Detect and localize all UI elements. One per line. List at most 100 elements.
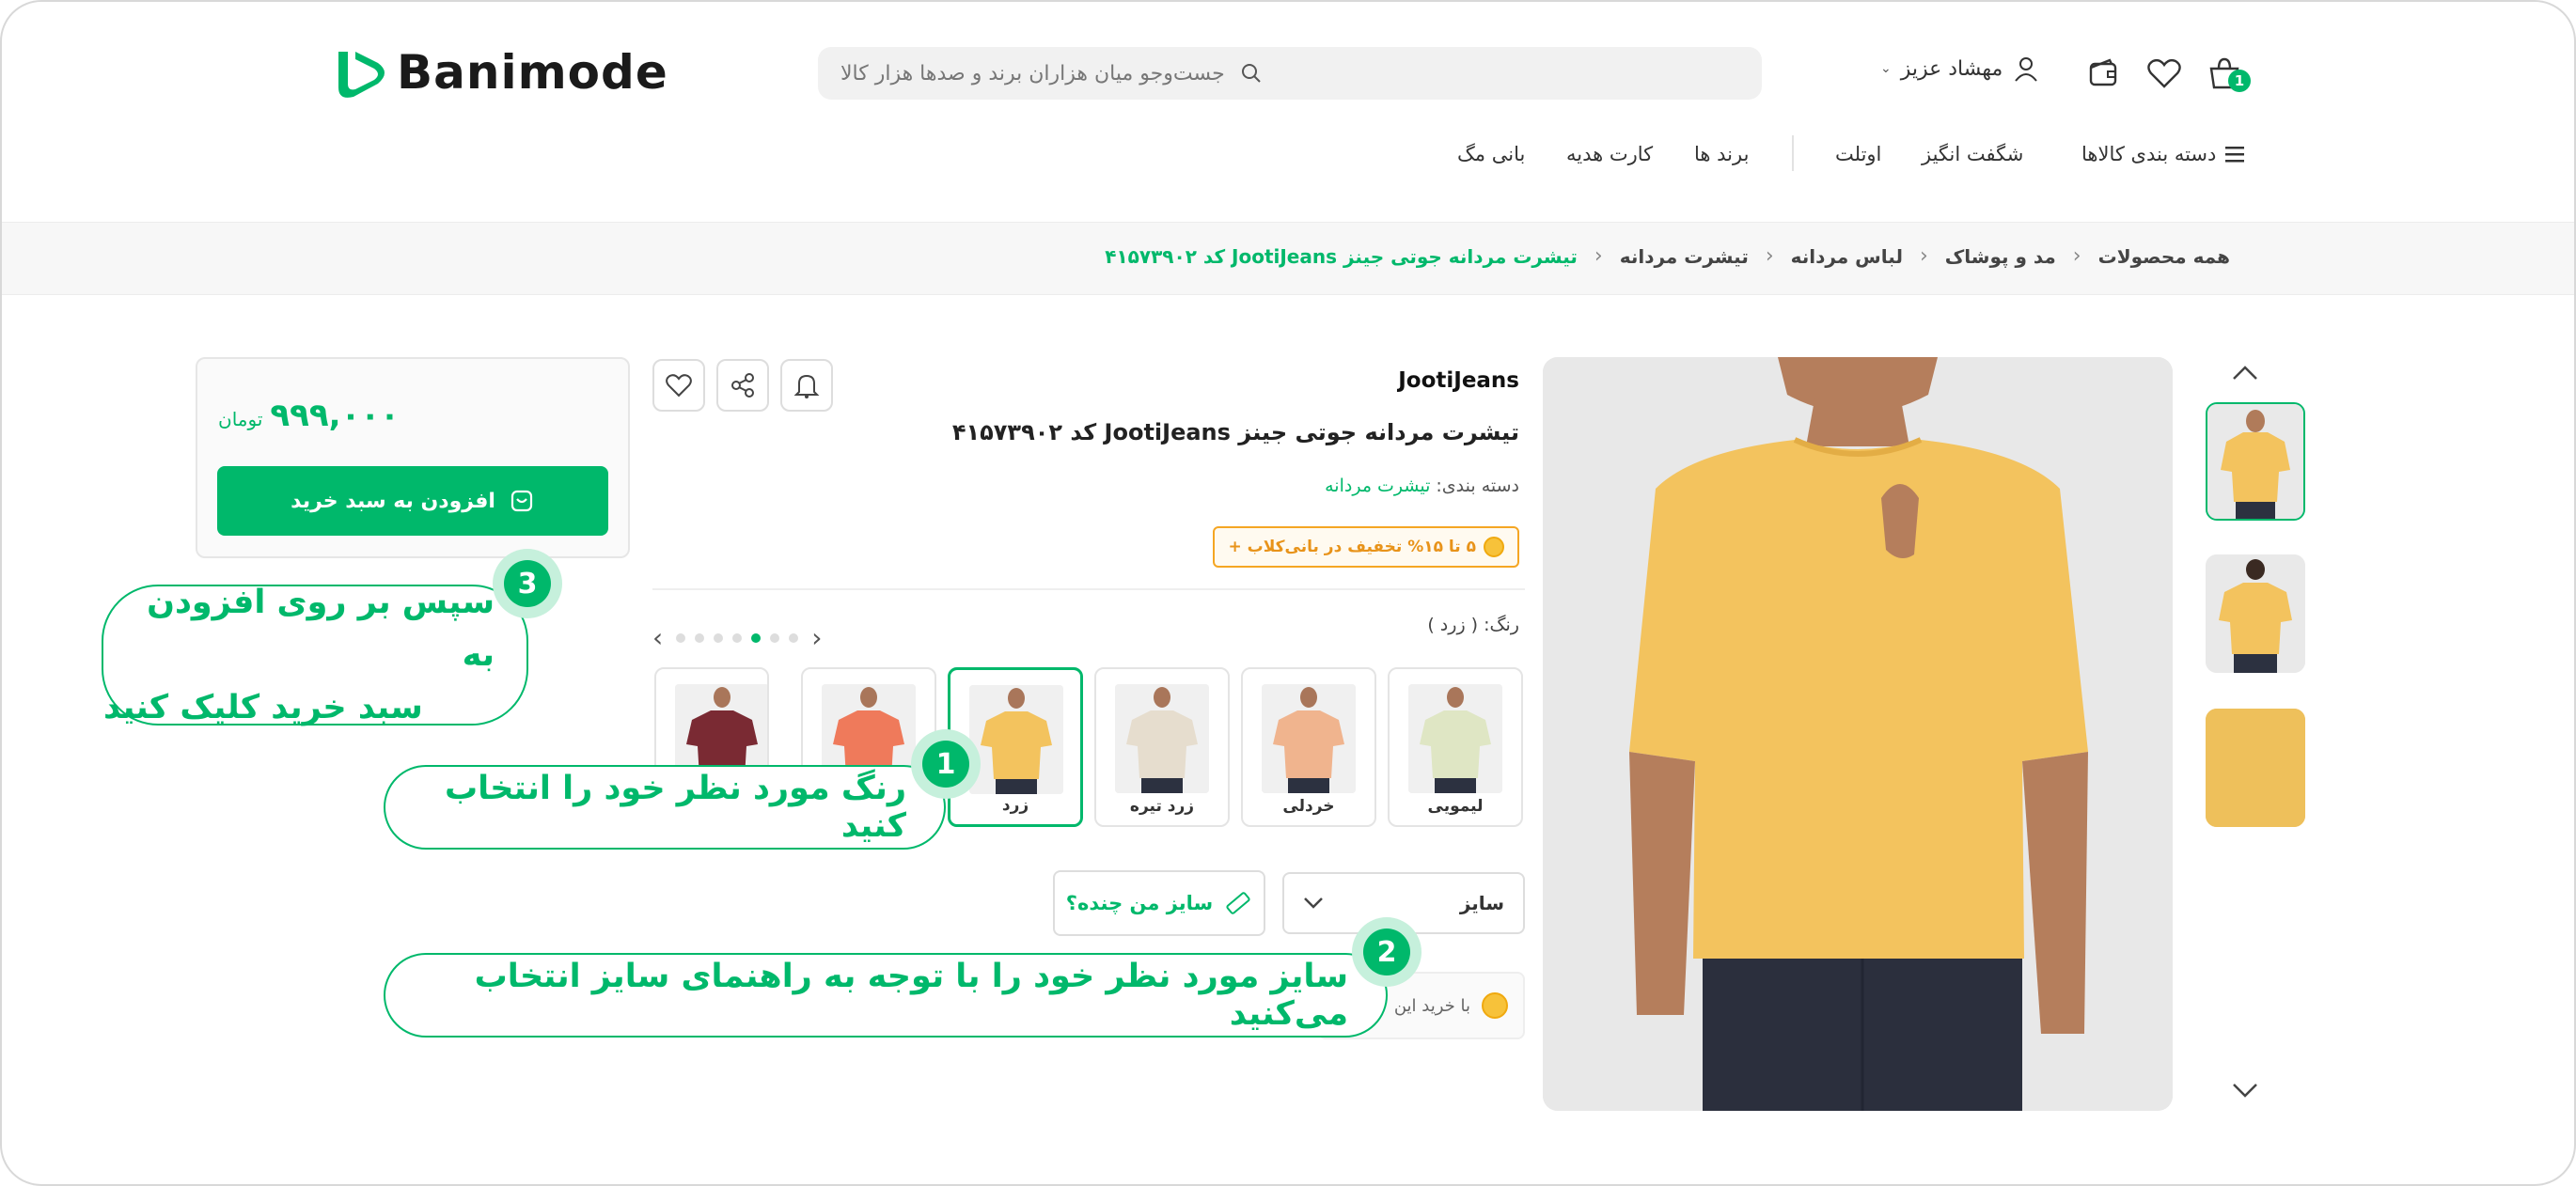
product-category: دسته بندی: تیشرت مردانه <box>1325 476 1519 496</box>
pager-dot[interactable] <box>789 632 799 643</box>
breadcrumb-item[interactable]: همه محصولات <box>2098 245 2230 268</box>
bell-icon <box>793 374 820 398</box>
chevron-down-icon <box>2233 1084 2257 1098</box>
pager-dot[interactable] <box>676 632 686 643</box>
pager-dot[interactable] <box>732 632 743 643</box>
nav-item-amazing[interactable]: شگفت انگیز <box>1922 137 2023 171</box>
nav-item-label: برند ها <box>1694 143 1750 165</box>
add-to-cart-label: افزودن به سبد خرید <box>291 489 495 513</box>
logo-text: Banimode <box>397 45 668 100</box>
gallery-thumb[interactable] <box>2206 709 2305 827</box>
color-swatch[interactable]: زرد تیره <box>1094 667 1230 827</box>
gallery-down-button[interactable] <box>2226 1071 2264 1109</box>
gallery-up-button[interactable] <box>2226 353 2264 391</box>
gallery-thumb[interactable] <box>2206 402 2305 521</box>
color-swatch[interactable]: خردلی <box>1241 667 1376 827</box>
search-input[interactable]: جست‌وجو میان هزاران برند و صدها هزار کال… <box>818 47 1762 100</box>
product-price: ۹۹۹,۰۰۰ تومان <box>218 397 400 434</box>
step-badge-2: 2 <box>1352 917 1422 987</box>
pager-dot[interactable] <box>714 632 724 643</box>
nav-item-outlet[interactable]: اوتلت <box>1835 137 1881 171</box>
share-button[interactable] <box>716 359 769 412</box>
pager-dot[interactable] <box>695 632 705 643</box>
price-currency: تومان <box>218 408 263 430</box>
nav-divider <box>1792 135 1794 171</box>
color-swatch-image <box>1408 684 1502 793</box>
color-swatch-label: خردلی <box>1282 797 1335 816</box>
cart-count-badge: 1 <box>2228 70 2251 92</box>
chevron-left-icon[interactable]: ‹ <box>652 622 663 653</box>
search-icon <box>1241 64 1261 83</box>
menu-icon <box>2225 147 2245 163</box>
callout-step-2: سایز مورد نظر خود را با توجه به راهنمای … <box>384 953 1388 1038</box>
nav-categories[interactable]: دسته بندی کالاها <box>2081 137 2246 171</box>
coin-icon <box>1482 992 1508 1019</box>
logo-icon <box>338 52 385 98</box>
step-badge-1: 1 <box>911 729 981 799</box>
club-discount-badge: ۵ تا ۱۵% تخفیف در بانی‌کلاب + <box>1213 526 1519 568</box>
breadcrumb-item[interactable]: لباس مردانه <box>1791 245 1903 268</box>
color-swatch-label: زرد تیره <box>1129 797 1195 816</box>
chevron-left-icon: ‹ <box>1919 244 1928 268</box>
color-swatch-image <box>1262 684 1356 793</box>
nav-item-label: کارت هدیه <box>1566 143 1654 165</box>
add-to-cart-button[interactable]: افزودن به سبد خرید <box>217 466 608 536</box>
pager-dot-active[interactable] <box>751 632 762 643</box>
size-guide-button[interactable]: سایز من چنده؟ <box>1053 870 1265 936</box>
cart-button[interactable]: 1 <box>2202 51 2251 96</box>
chevron-down-icon: ⌄ <box>1880 61 1892 76</box>
nav-item-gift-card[interactable]: کارت هدیه <box>1566 137 1653 171</box>
fabric-thumb <box>2206 709 2305 827</box>
callout-3-line-1: سپس بر روی افزودن به <box>147 584 495 674</box>
coin-icon <box>1484 537 1504 557</box>
wishlist-button[interactable] <box>2142 51 2187 96</box>
color-swatch-image <box>1115 684 1209 793</box>
wallet-icon <box>2089 58 2117 86</box>
breadcrumb-item[interactable]: مد و پوشاک <box>1945 245 2056 268</box>
nav-item-brands[interactable]: برند ها <box>1694 137 1749 171</box>
product-main-image[interactable] <box>1543 357 2173 1111</box>
nav-item-label: اوتلت <box>1835 143 1882 165</box>
promo-text: ۵ تا ۱۵% تخفیف در بانی‌کلاب + <box>1228 538 1476 556</box>
step-number: 1 <box>922 741 969 788</box>
product-photo <box>1543 357 2173 1111</box>
user-icon <box>2015 57 2038 82</box>
callout-step-1: رنگ مورد نظر خود را انتخاب کنید <box>384 765 946 850</box>
shirt-back-thumb <box>2206 554 2305 673</box>
notify-button[interactable] <box>780 359 833 412</box>
color-label: رنگ: ( زرد ) <box>1427 615 1519 635</box>
breadcrumb: همه محصولات ‹ مد و پوشاک ‹ لباس مردانه ‹… <box>1105 244 2230 268</box>
breadcrumb-current: تیشرت مردانه جوتی جینز JootiJeans کد ۴۱۵… <box>1105 244 1578 268</box>
user-name: مهشاد عزیز <box>1900 56 2003 81</box>
nav-item-label: بانی مگ <box>1457 143 1526 165</box>
color-carousel-pager: ‹ › <box>652 622 822 653</box>
callout-step-3: سپس بر روی افزودن به سبد خرید کلیک کنید <box>102 584 528 726</box>
wallet-button[interactable] <box>2081 51 2127 96</box>
user-menu[interactable]: ⌄ مهشاد عزیز <box>1880 55 2040 83</box>
section-divider <box>652 588 1525 590</box>
cart-icon <box>510 490 533 512</box>
pager-dot[interactable] <box>770 632 780 643</box>
chevron-right-icon[interactable]: › <box>811 622 822 653</box>
category-link[interactable]: تیشرت مردانه <box>1325 476 1430 496</box>
heart-icon <box>2147 58 2181 88</box>
color-swatch-label: لیمویی <box>1427 797 1484 816</box>
color-swatch[interactable]: لیمویی <box>1388 667 1523 827</box>
color-swatch-label: زرد <box>1001 796 1029 815</box>
nav-item-banimag[interactable]: بانی مگ <box>1457 137 1525 171</box>
size-guide-label: سایز من چنده؟ <box>1065 892 1214 914</box>
nav-categories-label: دسته بندی کالاها <box>2081 143 2217 165</box>
site-logo[interactable]: Banimode <box>333 45 668 100</box>
chevron-left-icon: ‹ <box>2072 244 2081 268</box>
category-label: دسته بندی: <box>1436 476 1519 496</box>
product-brand[interactable]: JootiJeans <box>1398 368 1519 393</box>
gallery-thumb[interactable] <box>2206 554 2305 673</box>
chevron-left-icon: ‹ <box>1594 244 1603 268</box>
heart-icon <box>666 374 692 398</box>
callout-3-line-2: سبد خرید کلیک کنید <box>103 689 423 726</box>
breadcrumb-item[interactable]: تیشرت مردانه <box>1620 245 1749 268</box>
wishlist-product-button[interactable] <box>652 359 705 412</box>
chevron-left-icon: ‹ <box>1765 244 1774 268</box>
chevron-up-icon <box>2233 366 2257 380</box>
step-number: 2 <box>1363 929 1410 975</box>
